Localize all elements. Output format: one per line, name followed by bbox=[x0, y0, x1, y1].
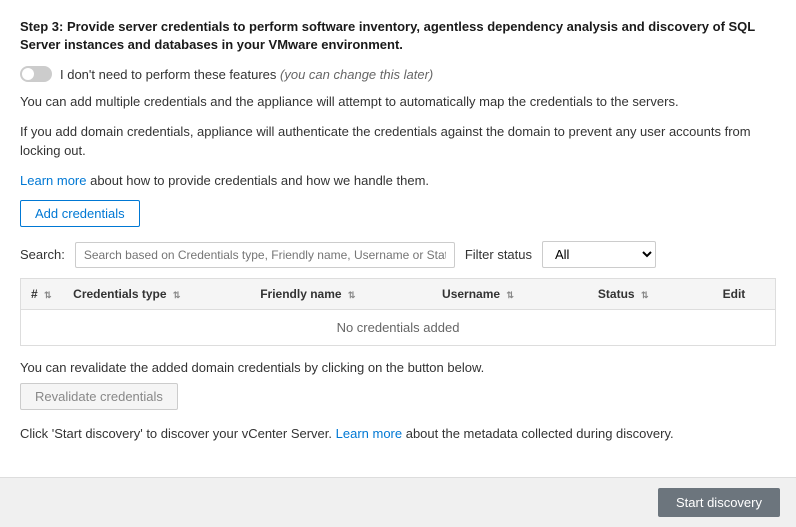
no-data-cell: No credentials added bbox=[21, 310, 775, 346]
learn-more-link2[interactable]: Learn more bbox=[336, 426, 402, 441]
toggle-row: I don't need to perform these features (… bbox=[20, 66, 776, 82]
search-label: Search: bbox=[20, 247, 65, 262]
sort-icon-status: ⇅ bbox=[641, 290, 649, 301]
search-input[interactable] bbox=[75, 242, 455, 268]
footer-bar: Start discovery bbox=[0, 477, 796, 527]
revalidate-text: You can revalidate the added domain cred… bbox=[20, 360, 776, 375]
sort-icon-friendly: ⇅ bbox=[348, 290, 356, 301]
th-credentials-type[interactable]: Credentials type ⇅ bbox=[63, 279, 250, 310]
sort-icon-num: ⇅ bbox=[44, 290, 52, 301]
table-header: # ⇅ Credentials type ⇅ Friendly name ⇅ U… bbox=[21, 279, 775, 310]
learn-more-link1[interactable]: Learn more bbox=[20, 173, 86, 188]
learn-more-text1: about how to provide credentials and how… bbox=[86, 173, 429, 188]
table-body: No credentials added bbox=[21, 310, 775, 346]
th-num[interactable]: # ⇅ bbox=[21, 279, 63, 310]
revalidate-credentials-button[interactable]: Revalidate credentials bbox=[20, 383, 178, 410]
feature-toggle[interactable] bbox=[20, 66, 52, 82]
search-filter-row: Search: Filter status All Valid Invalid … bbox=[20, 241, 776, 268]
learn-more-row: Learn more about how to provide credenti… bbox=[20, 171, 776, 191]
no-data-row: No credentials added bbox=[21, 310, 775, 346]
filter-status-label: Filter status bbox=[465, 247, 532, 262]
sort-icon-username: ⇅ bbox=[506, 290, 514, 301]
filter-status-select[interactable]: All Valid Invalid Not validated bbox=[542, 241, 656, 268]
info-line1: You can add multiple credentials and the… bbox=[20, 92, 776, 112]
sort-icon-cred: ⇅ bbox=[173, 290, 181, 301]
toggle-label: I don't need to perform these features (… bbox=[60, 67, 433, 82]
click-info: Click 'Start discovery' to discover your… bbox=[20, 424, 776, 444]
step-title: Step 3: Provide server credentials to pe… bbox=[20, 18, 776, 54]
th-edit: Edit bbox=[713, 279, 775, 310]
credentials-table: # ⇅ Credentials type ⇅ Friendly name ⇅ U… bbox=[21, 279, 775, 345]
th-username[interactable]: Username ⇅ bbox=[432, 279, 588, 310]
credentials-table-container: # ⇅ Credentials type ⇅ Friendly name ⇅ U… bbox=[20, 278, 776, 346]
start-discovery-button[interactable]: Start discovery bbox=[658, 488, 780, 517]
th-friendly-name[interactable]: Friendly name ⇅ bbox=[250, 279, 432, 310]
info-line2: If you add domain credentials, appliance… bbox=[20, 122, 776, 161]
th-status[interactable]: Status ⇅ bbox=[588, 279, 713, 310]
add-credentials-button[interactable]: Add credentials bbox=[20, 200, 140, 227]
